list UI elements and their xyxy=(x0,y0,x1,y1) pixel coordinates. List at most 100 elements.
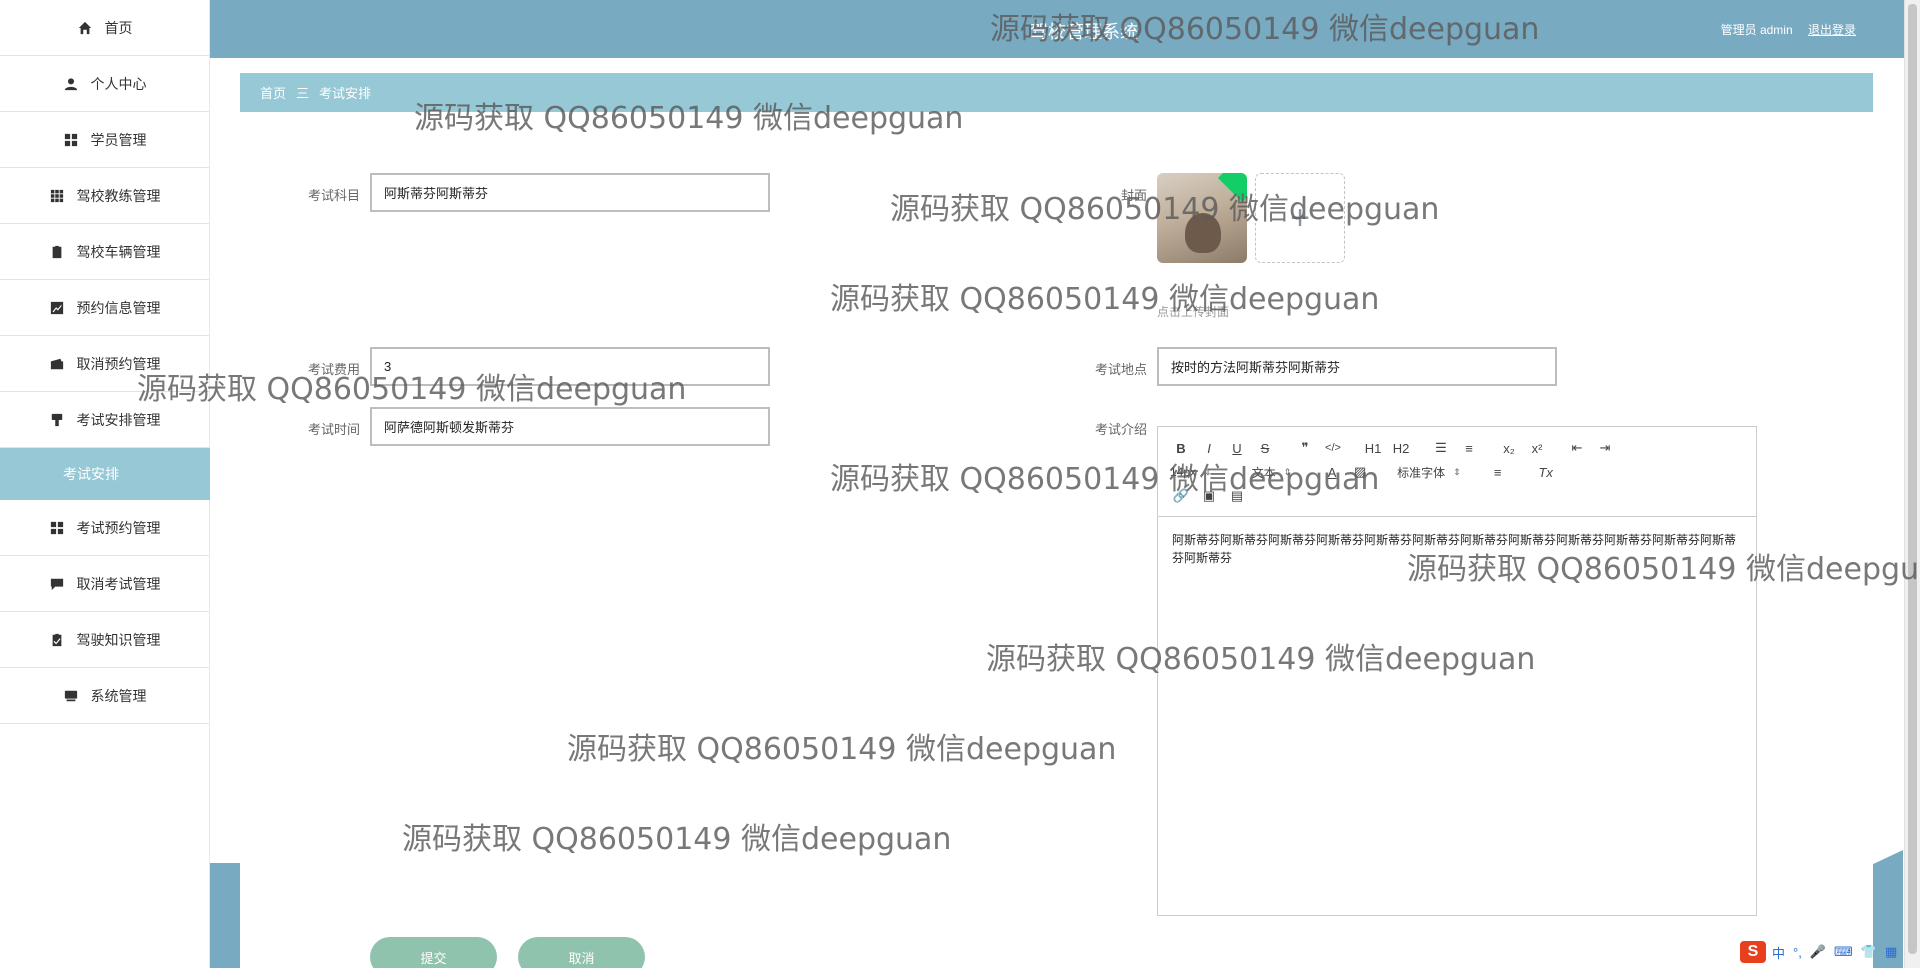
h1-button[interactable]: H1 xyxy=(1362,437,1384,459)
ordered-list-icon[interactable]: ☰ xyxy=(1430,437,1452,459)
font-select[interactable]: 标准字体 ⇕ xyxy=(1397,464,1461,481)
app-title: 驾校管理系统 xyxy=(1030,22,1138,42)
sidebar-subitem-label: 考试安排 xyxy=(63,466,119,482)
decoration-left xyxy=(210,863,240,968)
upload-tip: 点击上传封面 xyxy=(1157,305,1230,319)
cancel-button[interactable]: 取消 xyxy=(518,937,645,968)
sidebar-item-reservations[interactable]: 预约信息管理 xyxy=(0,280,209,336)
cover-figure xyxy=(1185,213,1221,253)
bold-button[interactable]: B xyxy=(1170,437,1192,459)
code-button[interactable]: </> xyxy=(1322,437,1344,459)
superscript-button[interactable]: x² xyxy=(1526,437,1548,459)
sidebar-item-label: 个人中心 xyxy=(90,75,147,92)
skin-icon[interactable]: 👕 xyxy=(1861,944,1877,960)
sidebar-item-label: 驾驶知识管理 xyxy=(76,631,161,648)
font-select-value: 标准字体 xyxy=(1397,465,1446,480)
location-label: 考试地点 xyxy=(1094,362,1147,377)
select-arrow-icon: ⇕ xyxy=(1453,466,1461,477)
submit-button[interactable]: 提交 xyxy=(370,937,497,968)
subject-input[interactable]: 阿斯蒂芬阿斯蒂芬 xyxy=(370,173,770,212)
bullet-list-icon[interactable]: ≡ xyxy=(1458,437,1480,459)
breadcrumb-home[interactable]: 首页 xyxy=(260,83,286,102)
chart-icon xyxy=(49,300,65,316)
user-info: 管理员 admin 退出登录 xyxy=(1721,21,1856,38)
link-icon[interactable]: 🔗 xyxy=(1170,485,1192,507)
logout-link[interactable]: 退出登录 xyxy=(1808,23,1856,37)
keyboard-icon[interactable]: ⌨ xyxy=(1834,944,1853,960)
strike-button[interactable]: S xyxy=(1254,437,1276,459)
align-icon[interactable]: ≡ xyxy=(1487,461,1509,483)
sidebar-item-profile[interactable]: 个人中心 xyxy=(0,56,209,112)
sidebar-item-label: 系统管理 xyxy=(90,687,147,704)
sidebar-item-cancel-reservations[interactable]: 取消预约管理 xyxy=(0,336,209,392)
indent-icon[interactable]: ⇥ xyxy=(1594,437,1616,459)
cover-image[interactable] xyxy=(1157,173,1247,263)
top-header: 驾校管理系统 管理员 admin 退出登录 xyxy=(210,0,1904,58)
fee-label: 考试费用 xyxy=(307,362,360,377)
sidebar: 首页 个人中心 学员管理 驾校教练管理 驾校车辆管理 预约信息管理 取消预约管理… xyxy=(0,0,210,968)
sidebar-item-system[interactable]: 系统管理 xyxy=(0,668,209,724)
subscript-button[interactable]: x₂ xyxy=(1498,437,1520,459)
user-name: 管理员 admin xyxy=(1720,23,1793,37)
sidebar-item-cancel-exams[interactable]: 取消考试管理 xyxy=(0,556,209,612)
ime-logo[interactable]: S xyxy=(1740,941,1766,963)
sidebar-item-label: 首页 xyxy=(104,19,133,36)
size-select-value: 14px xyxy=(1170,465,1197,479)
award-icon xyxy=(49,412,65,428)
clear-format-icon[interactable]: Tx xyxy=(1535,461,1557,483)
sidebar-item-students[interactable]: 学员管理 xyxy=(0,112,209,168)
intro-label: 考试介绍 xyxy=(1094,422,1147,437)
select-arrow-icon: ⇕ xyxy=(1283,466,1292,477)
page-scrollbar[interactable] xyxy=(1904,0,1920,968)
subject-label: 考试科目 xyxy=(307,188,360,203)
sidebar-item-label: 取消预约管理 xyxy=(76,355,161,372)
scrollbar-thumb[interactable] xyxy=(1908,4,1917,954)
sidebar-item-label: 学员管理 xyxy=(90,131,147,148)
user-icon xyxy=(63,76,79,92)
italic-button[interactable]: I xyxy=(1198,437,1220,459)
ime-punct[interactable]: °, xyxy=(1793,945,1802,960)
font-color-button[interactable]: A xyxy=(1321,461,1343,483)
editor-content[interactable]: 阿斯蒂芬阿斯蒂芬阿斯蒂芬阿斯蒂芬阿斯蒂芬阿斯蒂芬阿斯蒂芬阿斯蒂芬阿斯蒂芬阿斯蒂芬… xyxy=(1158,517,1756,581)
sidebar-subitem-exam-schedule[interactable]: 考试安排 xyxy=(0,448,210,500)
plus-icon: + xyxy=(1290,198,1310,237)
sidebar-item-exam-reservations[interactable]: 考试预约管理 xyxy=(0,500,209,556)
background-color-icon[interactable]: ▨ xyxy=(1349,461,1371,483)
toolbox-icon[interactable]: ▦ xyxy=(1885,944,1897,960)
sidebar-item-label: 考试安排管理 xyxy=(76,411,161,428)
sidebar-item-label: 考试预约管理 xyxy=(76,519,161,536)
video-icon[interactable]: ▤ xyxy=(1226,485,1248,507)
fee-input[interactable]: 3 xyxy=(370,347,770,386)
cover-label: 封面 xyxy=(1120,188,1147,203)
watermark: 源码获取 QQ86050149 微信deepguan xyxy=(402,822,952,857)
sidebar-item-exam-schedule[interactable]: 考试安排管理 xyxy=(0,392,209,448)
select-arrow-icon: ⇕ xyxy=(1204,466,1212,477)
sidebar-item-label: 驾校教练管理 xyxy=(76,187,161,204)
outdent-icon[interactable]: ⇤ xyxy=(1566,437,1588,459)
rich-text-editor[interactable]: B I U S ❞ </> H1 H2 ☰ ≡ x₂ x² ⇤ ⇥ 14px ⇕ … xyxy=(1157,426,1757,916)
sidebar-item-vehicles[interactable]: 驾校车辆管理 xyxy=(0,224,209,280)
editor-toolbar: B I U S ❞ </> H1 H2 ☰ ≡ x₂ x² ⇤ ⇥ 14px ⇕ … xyxy=(1158,427,1756,517)
sidebar-item-label: 预约信息管理 xyxy=(76,299,161,316)
ime-lang[interactable]: 中 xyxy=(1772,943,1785,962)
location-input[interactable]: 按时的方法阿斯蒂芬阿斯蒂芬 xyxy=(1157,347,1557,386)
underline-button[interactable]: U xyxy=(1226,437,1248,459)
time-input[interactable]: 阿萨德阿斯顿发斯蒂芬 xyxy=(370,407,770,446)
checklist-icon xyxy=(49,632,65,648)
breadcrumb: 首页 三 考试安排 xyxy=(240,73,1873,112)
sidebar-item-coaches[interactable]: 驾校教练管理 xyxy=(0,168,209,224)
image-icon[interactable]: ▣ xyxy=(1198,485,1220,507)
wallet-icon xyxy=(49,356,65,372)
size-select[interactable]: 14px ⇕ xyxy=(1170,465,1212,479)
sidebar-item-knowledge[interactable]: 驾驶知识管理 xyxy=(0,612,209,668)
upload-button[interactable]: + xyxy=(1255,173,1345,263)
grid-icon xyxy=(49,520,65,536)
header-select[interactable]: 文本 ⇕ xyxy=(1252,464,1292,481)
apps-icon xyxy=(49,188,65,204)
clipboard-icon xyxy=(49,244,65,260)
sidebar-item-home[interactable]: 首页 xyxy=(0,0,209,56)
quote-button[interactable]: ❞ xyxy=(1294,437,1316,459)
grid-icon xyxy=(63,132,79,148)
microphone-icon[interactable]: 🎤 xyxy=(1810,944,1826,960)
h2-button[interactable]: H2 xyxy=(1390,437,1412,459)
